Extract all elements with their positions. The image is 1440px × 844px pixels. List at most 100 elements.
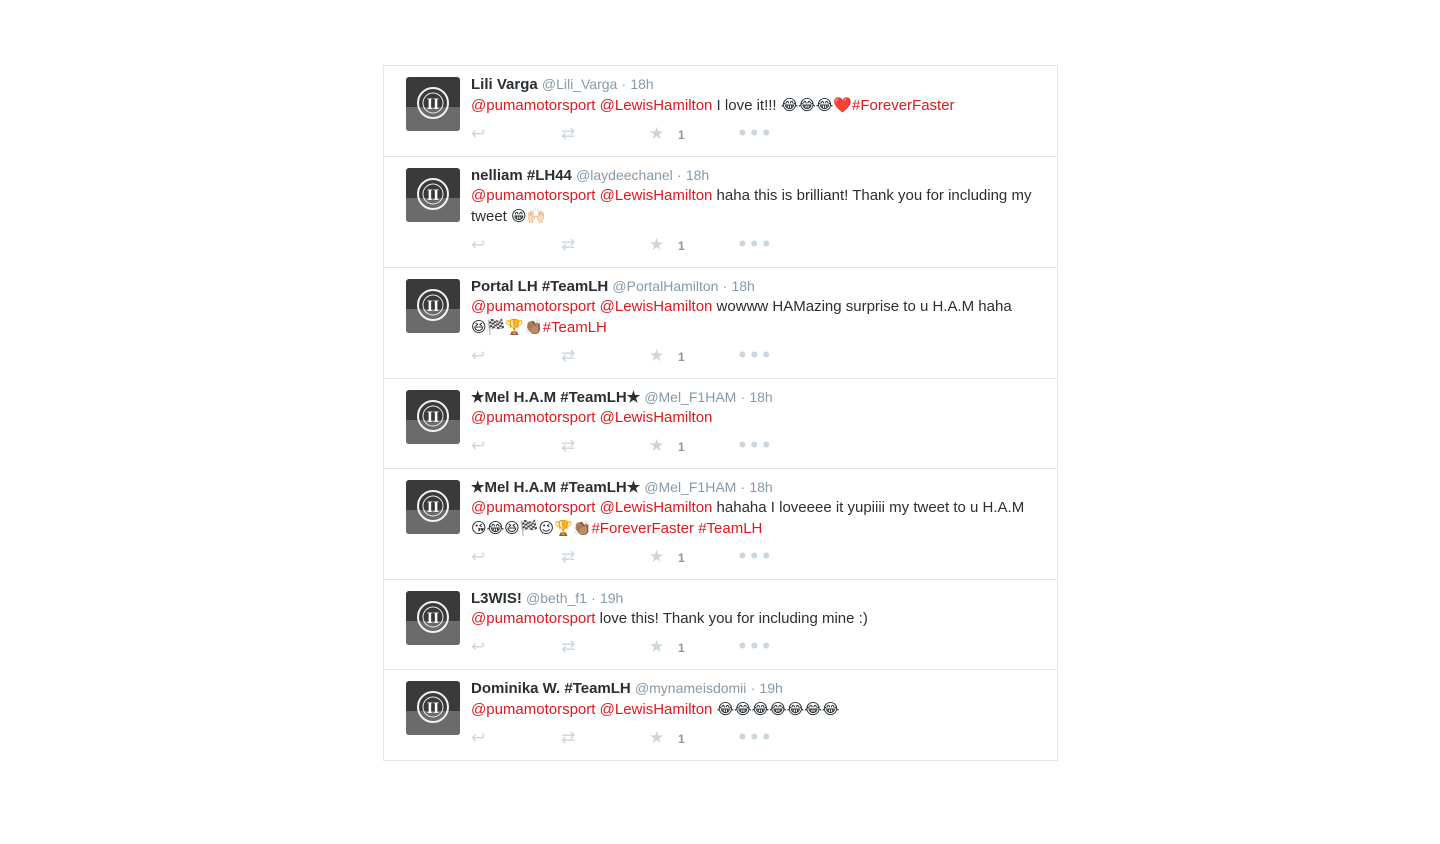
tweet-text-segment: hahaha I loveeee it yupiiii my tweet to … [712,499,1025,516]
tweet[interactable]: II Dominika W. #TeamLH @mynameisdomii · … [384,670,1057,760]
star-icon[interactable]: ★ [649,436,664,456]
hashtag-link[interactable]: #ForeverFaster [852,97,955,114]
hashtag-link[interactable]: #ForeverFaster [591,520,694,537]
avatar[interactable]: II [406,390,460,444]
star-icon[interactable]: ★ [649,346,664,366]
star-icon[interactable]: ★ [649,637,664,657]
user-handle[interactable]: @beth_f1 [526,590,587,606]
tweet[interactable]: II ★Mel H.A.M #TeamLH★ @Mel_F1HAM · 18h … [384,379,1057,469]
reply-icon[interactable]: ↩ [471,637,485,657]
mention-link[interactable]: @pumamotorsport [471,499,595,516]
mention-link[interactable]: @pumamotorsport [471,610,595,627]
retweet-icon[interactable]: ⇄ [561,346,575,366]
mention-link[interactable]: @pumamotorsport [471,97,595,114]
tweet-timestamp[interactable]: 18h [731,278,754,294]
avatar[interactable]: II [406,591,460,645]
more-icon[interactable]: ••• [737,346,773,366]
avatar[interactable]: II [406,480,460,534]
avatar-image: II [406,77,460,131]
more-icon[interactable]: ••• [737,547,773,567]
reply-icon[interactable]: ↩ [471,728,485,748]
emoji: 😂😂😂❤️ [780,96,853,114]
user-name[interactable]: ★Mel H.A.M #TeamLH★ [471,389,640,406]
svg-text:II: II [427,298,439,315]
more-icon[interactable]: ••• [737,235,773,255]
mention-link[interactable]: @pumamotorsport [471,187,595,204]
mention-link[interactable]: @LewisHamilton [600,298,713,315]
separator-dot: · [740,389,746,405]
mention-link[interactable]: @LewisHamilton [600,97,713,114]
mention-link[interactable]: @LewisHamilton [600,499,713,516]
user-handle[interactable]: @laydeechanel [576,167,673,183]
user-handle[interactable]: @Mel_F1HAM [644,479,736,495]
star-icon[interactable]: ★ [649,235,664,255]
avatar-image: II [406,681,460,735]
user-name[interactable]: ★Mel H.A.M #TeamLH★ [471,479,640,496]
mention-link[interactable]: @pumamotorsport [471,298,595,315]
tweet-text: @pumamotorsport @LewisHamilton haha this… [471,186,1037,227]
user-handle[interactable]: @PortalHamilton [612,278,718,294]
mention-link[interactable]: @LewisHamilton [600,701,713,718]
more-icon[interactable]: ••• [737,124,773,144]
tweet-timestamp[interactable]: 18h [749,389,772,405]
tweet-text: @pumamotorsport @LewisHamilton I love it… [471,95,1037,116]
user-name[interactable]: L3WIS! [471,590,522,607]
tweet-timestamp[interactable]: 19h [759,680,782,696]
svg-text:II: II [427,700,439,717]
user-handle[interactable]: @mynameisdomii [635,680,746,696]
tweet-text: @pumamotorsport @LewisHamilton 😂😂😂😂😂😂😂 [471,699,1037,720]
tweet-timestamp[interactable]: 18h [630,76,653,92]
tweet[interactable]: II Portal LH #TeamLH @PortalHamilton · 1… [384,268,1057,379]
retweet-icon[interactable]: ⇄ [561,637,575,657]
avatar-image: II [406,390,460,444]
reply-icon[interactable]: ↩ [471,235,485,255]
user-name[interactable]: Lili Varga [471,76,538,93]
user-name[interactable]: Dominika W. #TeamLH [471,680,631,697]
retweet-icon[interactable]: ⇄ [561,547,575,567]
more-icon[interactable]: ••• [737,728,773,748]
mention-link[interactable]: @LewisHamilton [600,187,713,204]
avatar[interactable]: II [406,77,460,131]
mention-link[interactable]: @pumamotorsport [471,701,595,718]
user-name[interactable]: Portal LH #TeamLH [471,278,608,295]
reply-icon[interactable]: ↩ [471,436,485,456]
avatar[interactable]: II [406,681,460,735]
user-name[interactable]: nelliam #LH44 [471,167,572,184]
tweet[interactable]: II ★Mel H.A.M #TeamLH★ @Mel_F1HAM · 18h … [384,469,1057,580]
user-handle[interactable]: @Lili_Varga [542,76,617,92]
hashtag-link[interactable]: #TeamLH [543,319,607,336]
tweet-timestamp[interactable]: 18h [749,479,772,495]
retweet-icon[interactable]: ⇄ [561,124,575,144]
tweet[interactable]: II nelliam #LH44 @laydeechanel · 18h @pu… [384,157,1057,268]
reply-icon[interactable]: ↩ [471,547,485,567]
hashtag-link[interactable]: #TeamLH [698,520,762,537]
avatar[interactable]: II [406,279,460,333]
svg-text:II: II [427,610,439,627]
retweet-icon[interactable]: ⇄ [561,728,575,748]
mention-link[interactable]: @LewisHamilton [600,409,713,426]
tweet[interactable]: II Lili Varga @Lili_Varga · 18h @pumamot… [384,66,1057,157]
tweet-text: @pumamotorsport @LewisHamilton hahaha I … [471,498,1037,539]
tweet-actions: ↩ ⇄ ★ 1 ••• [471,726,1037,760]
tweet-header: Lili Varga @Lili_Varga · 18h [471,75,1037,94]
user-handle[interactable]: @Mel_F1HAM [644,389,736,405]
tweet-timestamp[interactable]: 18h [686,167,709,183]
star-icon[interactable]: ★ [649,547,664,567]
avatar[interactable]: II [406,168,460,222]
retweet-icon[interactable]: ⇄ [561,235,575,255]
svg-text:II: II [427,409,439,426]
tweet-actions: ↩ ⇄ ★ 1 ••• [471,434,1037,468]
star-icon[interactable]: ★ [649,124,664,144]
tweet[interactable]: II L3WIS! @beth_f1 · 19h @pumamotorsport… [384,580,1057,670]
mention-link[interactable]: @pumamotorsport [471,409,595,426]
more-icon[interactable]: ••• [737,436,773,456]
tweet-timestamp[interactable]: 19h [600,590,623,606]
retweet-icon[interactable]: ⇄ [561,436,575,456]
separator-dot: · [591,590,596,606]
favorite-count: 1 [678,732,685,746]
tweet-text: @pumamotorsport love this! Thank you for… [471,609,1037,629]
more-icon[interactable]: ••• [737,637,773,657]
reply-icon[interactable]: ↩ [471,124,485,144]
star-icon[interactable]: ★ [649,728,664,748]
reply-icon[interactable]: ↩ [471,346,485,366]
